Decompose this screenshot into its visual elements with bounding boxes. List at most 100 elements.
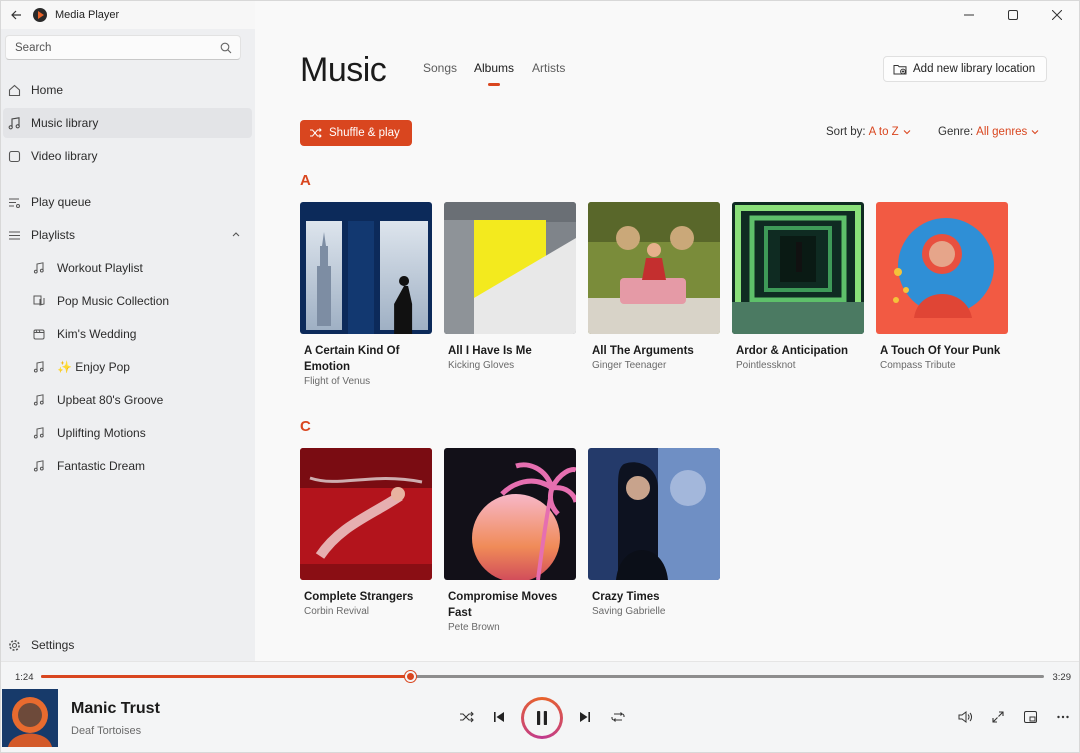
mini-player-icon [1023,711,1037,723]
sidebar-playlist-label: Workout Playlist [57,261,143,275]
sidebar-item-label: Play queue [31,195,92,209]
chevron-up-icon[interactable] [232,230,240,238]
album-cover[interactable] [444,202,576,334]
search-input[interactable] [6,41,206,54]
close-button[interactable] [1035,1,1079,29]
back-button[interactable] [5,4,27,26]
album-cover[interactable] [300,202,432,334]
sidebar-item-label: Home [31,83,64,97]
sidebar-item-playlists[interactable]: Playlists [3,220,252,250]
active-tab-indicator [488,83,500,86]
seek-bar-fill [41,675,411,678]
playlists-icon [5,226,23,244]
previous-icon [494,712,504,722]
sidebar-playlist-item[interactable]: Workout Playlist [3,253,252,283]
album-card[interactable]: All The Arguments Ginger Teenager [588,202,720,373]
album-card[interactable]: Complete Strangers Corbin Revival [300,448,432,619]
sidebar-item-label: Settings [31,638,75,652]
gear-icon [5,636,23,654]
sidebar-playlist-item[interactable]: Upbeat 80's Groove [3,385,252,415]
album-cover[interactable] [588,448,720,580]
music-note-icon [30,391,48,409]
album-card[interactable]: Ardor & Anticipation Pointlessknot [732,202,864,373]
album-card[interactable]: Compromise Moves Fast Pete Brown [444,448,576,635]
next-button[interactable] [575,707,595,727]
album-title: A Touch Of Your Punk [880,345,1001,357]
album-title: A Certain Kind Of Emotion [304,345,400,373]
album-card[interactable]: Crazy Times Saving Gabrielle [588,448,720,619]
seek-bar-thumb[interactable] [405,671,417,682]
sort-label: Sort by: [826,126,866,138]
shuffle-button[interactable] [457,707,477,727]
sidebar-playlist-label: Kim's Wedding [57,327,137,341]
shuffle-play-label: Shuffle & play [329,127,400,139]
more-options-button[interactable] [1053,707,1073,727]
full-screen-button[interactable] [988,707,1008,727]
sidebar-playlist-label: Upbeat 80's Groove [57,393,164,407]
previous-button[interactable] [489,707,509,727]
shuffle-play-button[interactable]: Shuffle & play [300,120,412,146]
tab-artists[interactable]: Artists [532,61,565,75]
now-playing-album-art[interactable] [2,689,58,747]
album-artist: Ginger Teenager [592,360,667,371]
search-icon[interactable] [220,42,232,54]
album-title: Compromise Moves Fast [448,591,558,619]
album-card[interactable]: A Touch Of Your Punk Compass Tribute [876,202,1008,373]
album-artist: Compass Tribute [880,360,956,371]
sidebar-playlist-item[interactable]: Uplifting Motions [3,418,252,448]
tab-songs[interactable]: Songs [423,61,457,75]
album-artist: Corbin Revival [304,606,370,617]
seek-bar[interactable] [41,671,1044,682]
pause-button[interactable] [521,697,563,739]
album-cover[interactable] [444,448,576,580]
album-artist: Flight of Venus [304,376,371,387]
window-controls [947,1,1079,29]
more-icon [1057,715,1069,719]
sidebar-item-video-library[interactable]: Video library [3,141,252,171]
media-player-window: Media Player Home Music library [0,0,1080,753]
folder-add-icon [893,65,907,75]
album-title: Ardor & Anticipation [736,345,849,357]
sidebar-playlist-item[interactable]: ✨ Enjoy Pop [3,352,252,382]
sidebar-playlist-item[interactable]: Kim's Wedding [3,319,252,349]
album-card[interactable]: All I Have Is Me Kicking Gloves [444,202,576,373]
page-title: Music [300,51,387,89]
genre-dropdown[interactable]: Genre: All genres [938,126,1039,138]
sidebar-item-label: Music library [31,116,99,130]
music-collection-icon [30,292,48,310]
sidebar-item-settings[interactable]: Settings [3,630,252,660]
volume-icon [958,711,972,723]
album-cover[interactable] [300,448,432,580]
maximize-button[interactable] [991,1,1035,29]
mini-player-button[interactable] [1020,707,1040,727]
music-note-icon [30,457,48,475]
album-cover[interactable] [732,202,864,334]
elapsed-time: 1:24 [15,672,34,683]
sidebar-playlist-item[interactable]: Fantastic Dream [3,451,252,481]
chevron-down-icon [903,130,911,135]
album-cover[interactable] [588,202,720,334]
sidebar-item-play-queue[interactable]: Play queue [3,187,252,217]
video-icon [5,147,23,165]
minimize-button[interactable] [947,1,991,29]
volume-button[interactable] [955,707,975,727]
maximize-icon [1008,10,1018,20]
sidebar-playlist-item[interactable]: Pop Music Collection [3,286,252,316]
back-arrow-icon [10,10,21,20]
track-artist[interactable]: Deaf Tortoises [71,725,141,737]
app-title: Media Player [55,9,120,21]
sort-dropdown[interactable]: Sort by: A to Z [826,126,911,138]
home-icon [5,81,23,99]
add-library-location-button[interactable]: Add new library location [883,56,1047,82]
app-logo-icon [33,8,47,22]
album-card[interactable]: A Certain Kind Of Emotion Flight of Venu… [300,202,432,389]
sidebar-playlist-label: ✨ Enjoy Pop [57,360,130,374]
tab-albums[interactable]: Albums [474,61,514,75]
sidebar-playlist-label: Pop Music Collection [57,294,170,308]
repeat-button[interactable] [608,707,628,727]
sidebar-item-home[interactable]: Home [3,75,252,105]
album-cover[interactable] [876,202,1008,334]
sidebar-item-music-library[interactable]: Music library [3,108,252,138]
video-icon [30,325,48,343]
music-note-icon [30,424,48,442]
